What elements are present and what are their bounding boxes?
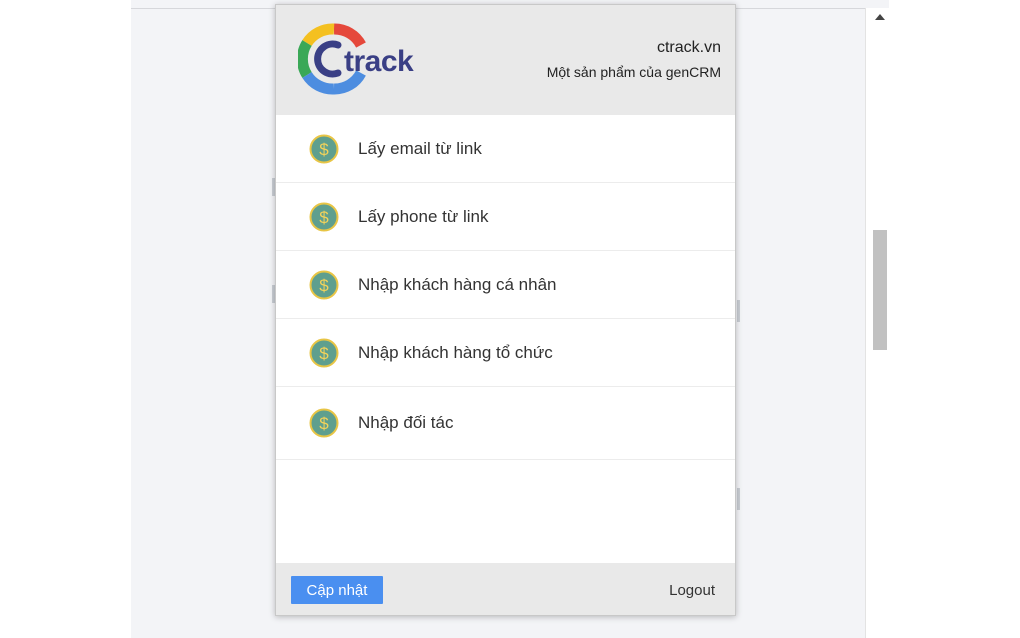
menu-item-label: Lấy phone từ link bbox=[358, 206, 489, 226]
menu-item-import-partner[interactable]: $ Nhập đối tác bbox=[276, 387, 735, 460]
site-info: ctrack.vn Một sản phẩm của genCRM bbox=[547, 38, 721, 82]
action-menu: $ Lấy email từ link $ Lấy phone từ link … bbox=[276, 115, 735, 460]
extension-popup: track ctrack.vn Một sản phẩm của genCRM … bbox=[275, 4, 736, 616]
ctrack-logo: track bbox=[298, 23, 415, 95]
svg-text:$: $ bbox=[319, 344, 329, 363]
dollar-coin-icon: $ bbox=[309, 338, 339, 367]
svg-text:$: $ bbox=[319, 140, 329, 159]
dollar-coin-icon: $ bbox=[309, 202, 339, 231]
dollar-coin-icon: $ bbox=[309, 270, 339, 299]
popup-header: track ctrack.vn Một sản phẩm của genCRM bbox=[276, 5, 735, 115]
site-tagline: Một sản phẩm của genCRM bbox=[546, 64, 721, 80]
menu-item-get-phone[interactable]: $ Lấy phone từ link bbox=[276, 183, 735, 251]
menu-item-import-organization-customer[interactable]: $ Nhập khách hàng tổ chức bbox=[276, 319, 735, 387]
menu-item-import-individual-customer[interactable]: $ Nhập khách hàng cá nhân bbox=[276, 251, 735, 319]
svg-text:$: $ bbox=[319, 276, 329, 295]
svg-text:$: $ bbox=[319, 208, 329, 227]
dollar-coin-icon: $ bbox=[309, 408, 339, 438]
menu-item-label: Lấy email từ link bbox=[358, 138, 482, 158]
site-name: ctrack.vn bbox=[656, 39, 721, 56]
menu-item-get-email[interactable]: $ Lấy email từ link bbox=[276, 115, 735, 183]
scrollbar-thumb[interactable] bbox=[873, 230, 887, 350]
menu-item-label: Nhập khách hàng cá nhân bbox=[358, 274, 557, 294]
svg-text:track: track bbox=[344, 45, 414, 78]
update-button[interactable]: Cập nhật bbox=[291, 576, 383, 604]
svg-text:$: $ bbox=[319, 414, 329, 433]
logout-link[interactable]: Logout bbox=[669, 582, 715, 599]
menu-item-label: Nhập đối tác bbox=[358, 413, 454, 432]
screen: track ctrack.vn Một sản phẩm của genCRM … bbox=[0, 0, 1020, 638]
scroll-up-arrow-icon[interactable] bbox=[875, 14, 885, 20]
popup-footer: Cập nhật Logout bbox=[276, 563, 735, 615]
page-edge-mark bbox=[737, 300, 740, 322]
menu-item-label: Nhập khách hàng tổ chức bbox=[358, 342, 553, 362]
page-edge-mark bbox=[737, 488, 740, 510]
dollar-coin-icon: $ bbox=[309, 134, 339, 163]
